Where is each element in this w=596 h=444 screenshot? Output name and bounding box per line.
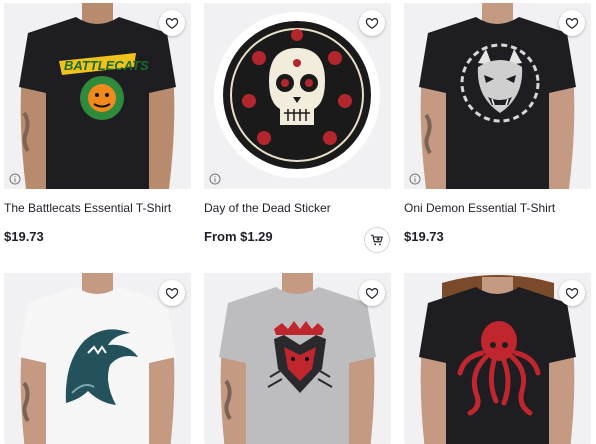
heart-icon xyxy=(165,18,179,29)
info-icon[interactable] xyxy=(409,172,421,185)
favorite-button-6[interactable] xyxy=(559,280,585,306)
favorite-button-2[interactable] xyxy=(359,10,385,36)
heart-icon xyxy=(365,288,379,299)
favorite-button-1[interactable] xyxy=(159,10,185,36)
heart-icon xyxy=(165,288,179,299)
product-price: $19.73 xyxy=(4,229,44,244)
product-image-1[interactable]: BATTLECATS xyxy=(4,3,191,189)
product-card-3[interactable]: Oni Demon Essential T-Shirt $19.73 xyxy=(404,3,591,244)
product-image-4[interactable] xyxy=(4,273,191,444)
favorite-button-5[interactable] xyxy=(359,280,385,306)
product-image-3[interactable] xyxy=(404,3,591,189)
product-title[interactable]: Oni Demon Essential T-Shirt xyxy=(404,201,555,215)
product-card-2[interactable]: Day of the Dead Sticker From $1.29 xyxy=(204,3,391,253)
product-image-5[interactable] xyxy=(204,273,391,444)
favorite-button-4[interactable] xyxy=(159,280,185,306)
svg-text:BATTLECATS: BATTLECATS xyxy=(64,58,149,73)
product-card-4[interactable] xyxy=(4,273,191,444)
info-icon[interactable] xyxy=(9,172,21,185)
product-title[interactable]: The Battlecats Essential T-Shirt xyxy=(4,201,171,215)
add-to-cart-button[interactable] xyxy=(364,227,390,253)
product-image-6[interactable] xyxy=(404,273,591,444)
heart-icon xyxy=(365,18,379,29)
add-to-cart-icon xyxy=(371,234,383,246)
heart-icon xyxy=(565,18,579,29)
product-card-6[interactable] xyxy=(404,273,591,444)
product-price: $19.73 xyxy=(404,229,444,244)
product-card-1[interactable]: BATTLECATS The Battlecats Essential T-Sh… xyxy=(4,3,191,244)
product-card-5[interactable] xyxy=(204,273,391,444)
product-image-2[interactable] xyxy=(204,3,391,189)
heart-icon xyxy=(565,288,579,299)
product-title[interactable]: Day of the Dead Sticker xyxy=(204,201,331,215)
favorite-button-3[interactable] xyxy=(559,10,585,36)
info-icon[interactable] xyxy=(209,172,221,185)
product-price: From $1.29 xyxy=(204,229,273,244)
